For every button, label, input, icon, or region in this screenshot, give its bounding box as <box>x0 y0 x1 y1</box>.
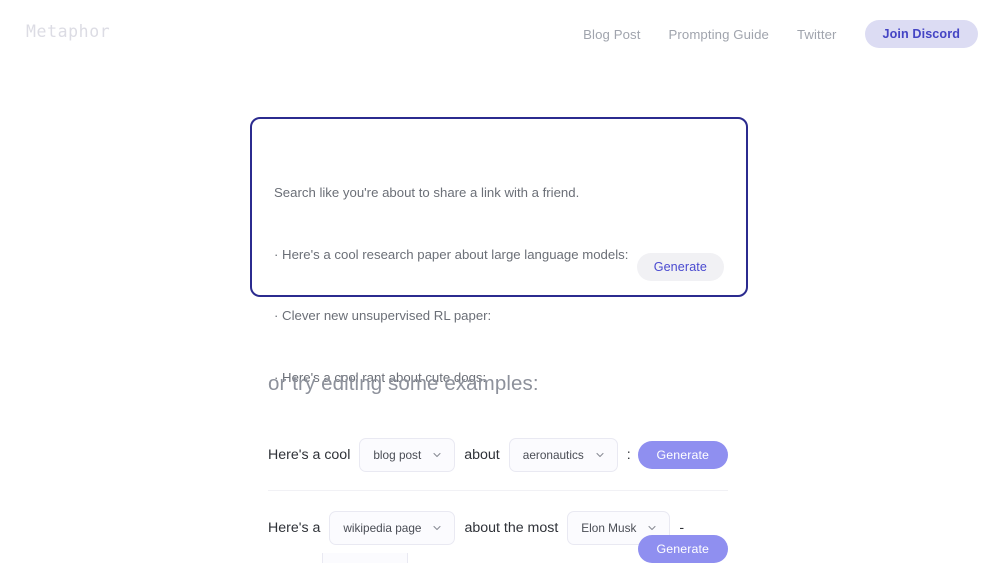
search-box[interactable]: Search like you're about to share a link… <box>250 117 748 385</box>
app-root: Metaphor Blog Post Prompting Guide Twitt… <box>0 0 1000 563</box>
join-discord-button[interactable]: Join Discord <box>864 20 978 48</box>
row2-prefix-label: Here's a <box>268 520 321 536</box>
example-row-wikipedia: Here's a wikipedia page about the most E… <box>268 503 738 563</box>
row1-generate-button[interactable]: Generate <box>637 441 728 469</box>
row2-middle-label: about the most <box>464 520 559 536</box>
main-navigation: Blog Post Prompting Guide Twitter Join D… <box>583 20 978 48</box>
placeholder-line-3: · Clever new unsupervised RL paper: <box>274 308 492 323</box>
example-row-blog-post: Here's a cool blog post about aeronautic… <box>268 430 738 480</box>
row1-content-type-select[interactable]: blog post <box>359 438 456 472</box>
brand-logo[interactable]: Metaphor <box>26 22 110 41</box>
examples-heading: or try editing some examples: <box>268 372 539 395</box>
row2-content-type-value: wikipedia page <box>343 521 422 535</box>
chevron-down-icon <box>648 525 656 531</box>
search-generate-button[interactable]: Generate <box>636 253 724 281</box>
example-row-partial <box>268 553 738 563</box>
chevron-down-icon <box>433 452 441 458</box>
row1-content-type-value: blog post <box>373 448 422 462</box>
chevron-down-icon <box>596 452 604 458</box>
row2-suffix-label: - <box>679 520 685 536</box>
row1-topic-value: aeronautics <box>522 448 584 462</box>
row2-topic-value: Elon Musk <box>581 521 637 535</box>
row-divider <box>268 490 728 491</box>
nav-prompting-guide[interactable]: Prompting Guide <box>669 27 769 42</box>
placeholder-line-1: Search like you're about to share a link… <box>274 185 580 200</box>
examples-section: or try editing some examples: Here's a c… <box>268 372 738 563</box>
nav-twitter[interactable]: Twitter <box>797 27 837 42</box>
row1-prefix-label: Here's a cool <box>268 447 351 463</box>
row1-topic-select[interactable]: aeronautics <box>508 438 618 472</box>
row1-middle-label: about <box>464 447 500 463</box>
nav-blog-post[interactable]: Blog Post <box>583 27 640 42</box>
chevron-down-icon <box>433 525 441 531</box>
row1-suffix-label: : <box>626 447 631 463</box>
site-header: Metaphor Blog Post Prompting Guide Twitt… <box>0 0 1000 68</box>
row3-content-type-select[interactable] <box>322 553 408 563</box>
row2-content-type-select[interactable]: wikipedia page <box>329 511 456 545</box>
